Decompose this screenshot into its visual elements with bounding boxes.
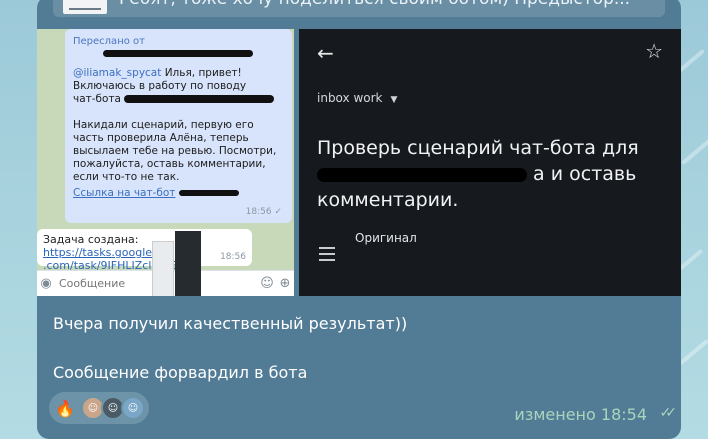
- task-label: Задача создана:: [43, 233, 139, 246]
- body-line: Включаюсь в работу по поводу: [73, 80, 247, 92]
- notification-line: а и оставь: [533, 163, 637, 185]
- message-input[interactable]: [59, 277, 229, 290]
- chevron-down-icon: ▼: [390, 95, 398, 105]
- back-arrow-icon[interactable]: ←: [317, 41, 334, 65]
- forwarded-message: Переслано от @iliamak_spycat Илья, приве…: [65, 29, 292, 223]
- reply-thumbnail: [63, 0, 107, 14]
- message-time: 18:56 ✓: [245, 207, 282, 217]
- inbox-label: inbox work: [317, 91, 383, 105]
- greeting-text: Илья, привет!: [161, 67, 242, 79]
- message-composer: ◉ ☺ ⊕: [37, 231, 294, 296]
- reactions-bar[interactable]: 🔥 ☺ ☺ ☺: [49, 392, 149, 424]
- thumbnail: [152, 241, 174, 296]
- reply-text: Ребят, тоже хочу поделиться своим ботом)…: [119, 0, 659, 8]
- read-status-icon: ✓✓: [659, 405, 678, 421]
- task-link[interactable]: https://tasks.google: [43, 246, 152, 259]
- star-icon[interactable]: ☆: [645, 39, 663, 63]
- forwarded-body: @iliamak_spycat Илья, привет! Включаюсь …: [73, 67, 284, 200]
- menu-icon[interactable]: [319, 247, 335, 265]
- edited-timestamp: изменено 18:54: [514, 405, 647, 424]
- forwarded-from-redacted: [73, 48, 284, 61]
- reply-preview[interactable]: Ребят, тоже хочу поделиться своим ботом)…: [53, 0, 665, 17]
- notification-text: Проверь сценарий чат-бота для а и оставь…: [317, 135, 647, 213]
- add-icon[interactable]: ⊕: [276, 275, 294, 293]
- notification-line: комментарии.: [317, 189, 459, 211]
- caption-line: Сообщение форвардил в бота: [53, 363, 308, 382]
- body-paragraph: Накидали сценарий, первую его часть пров…: [73, 119, 277, 183]
- chatbot-link[interactable]: Ссылка на чат-бот: [73, 187, 175, 199]
- forwarded-label: Переслано от: [73, 36, 145, 47]
- screenshot-telegram-chat[interactable]: Переслано от @iliamak_spycat Илья, приве…: [37, 29, 294, 296]
- inbox-selector[interactable]: inbox work ▼: [317, 91, 397, 105]
- body-line: чат-бота: [73, 93, 121, 105]
- task-message: Задача создана: https://tasks.google .co…: [37, 229, 252, 272]
- mic-icon[interactable]: ◉: [37, 275, 55, 293]
- emoji-icon[interactable]: ☺: [258, 275, 276, 293]
- message-bubble[interactable]: Ребят, тоже хочу поделиться своим ботом)…: [37, 0, 681, 439]
- fire-reaction-icon[interactable]: 🔥: [55, 399, 75, 418]
- avatar: ☺: [120, 396, 145, 420]
- redacted-text: [317, 167, 527, 182]
- task-time: 18:56: [220, 252, 246, 262]
- screenshot-notification[interactable]: ← ☆ inbox work ▼ Проверь сценарий чат-бот…: [299, 29, 681, 296]
- thumbnail: [175, 231, 201, 296]
- original-label[interactable]: Оригинал: [355, 231, 417, 245]
- mention-link: @iliamak_spycat: [73, 67, 162, 79]
- notification-line: Проверь сценарий чат-бота для: [317, 137, 639, 159]
- caption-line: Вчера получил качественный результат)): [53, 314, 408, 333]
